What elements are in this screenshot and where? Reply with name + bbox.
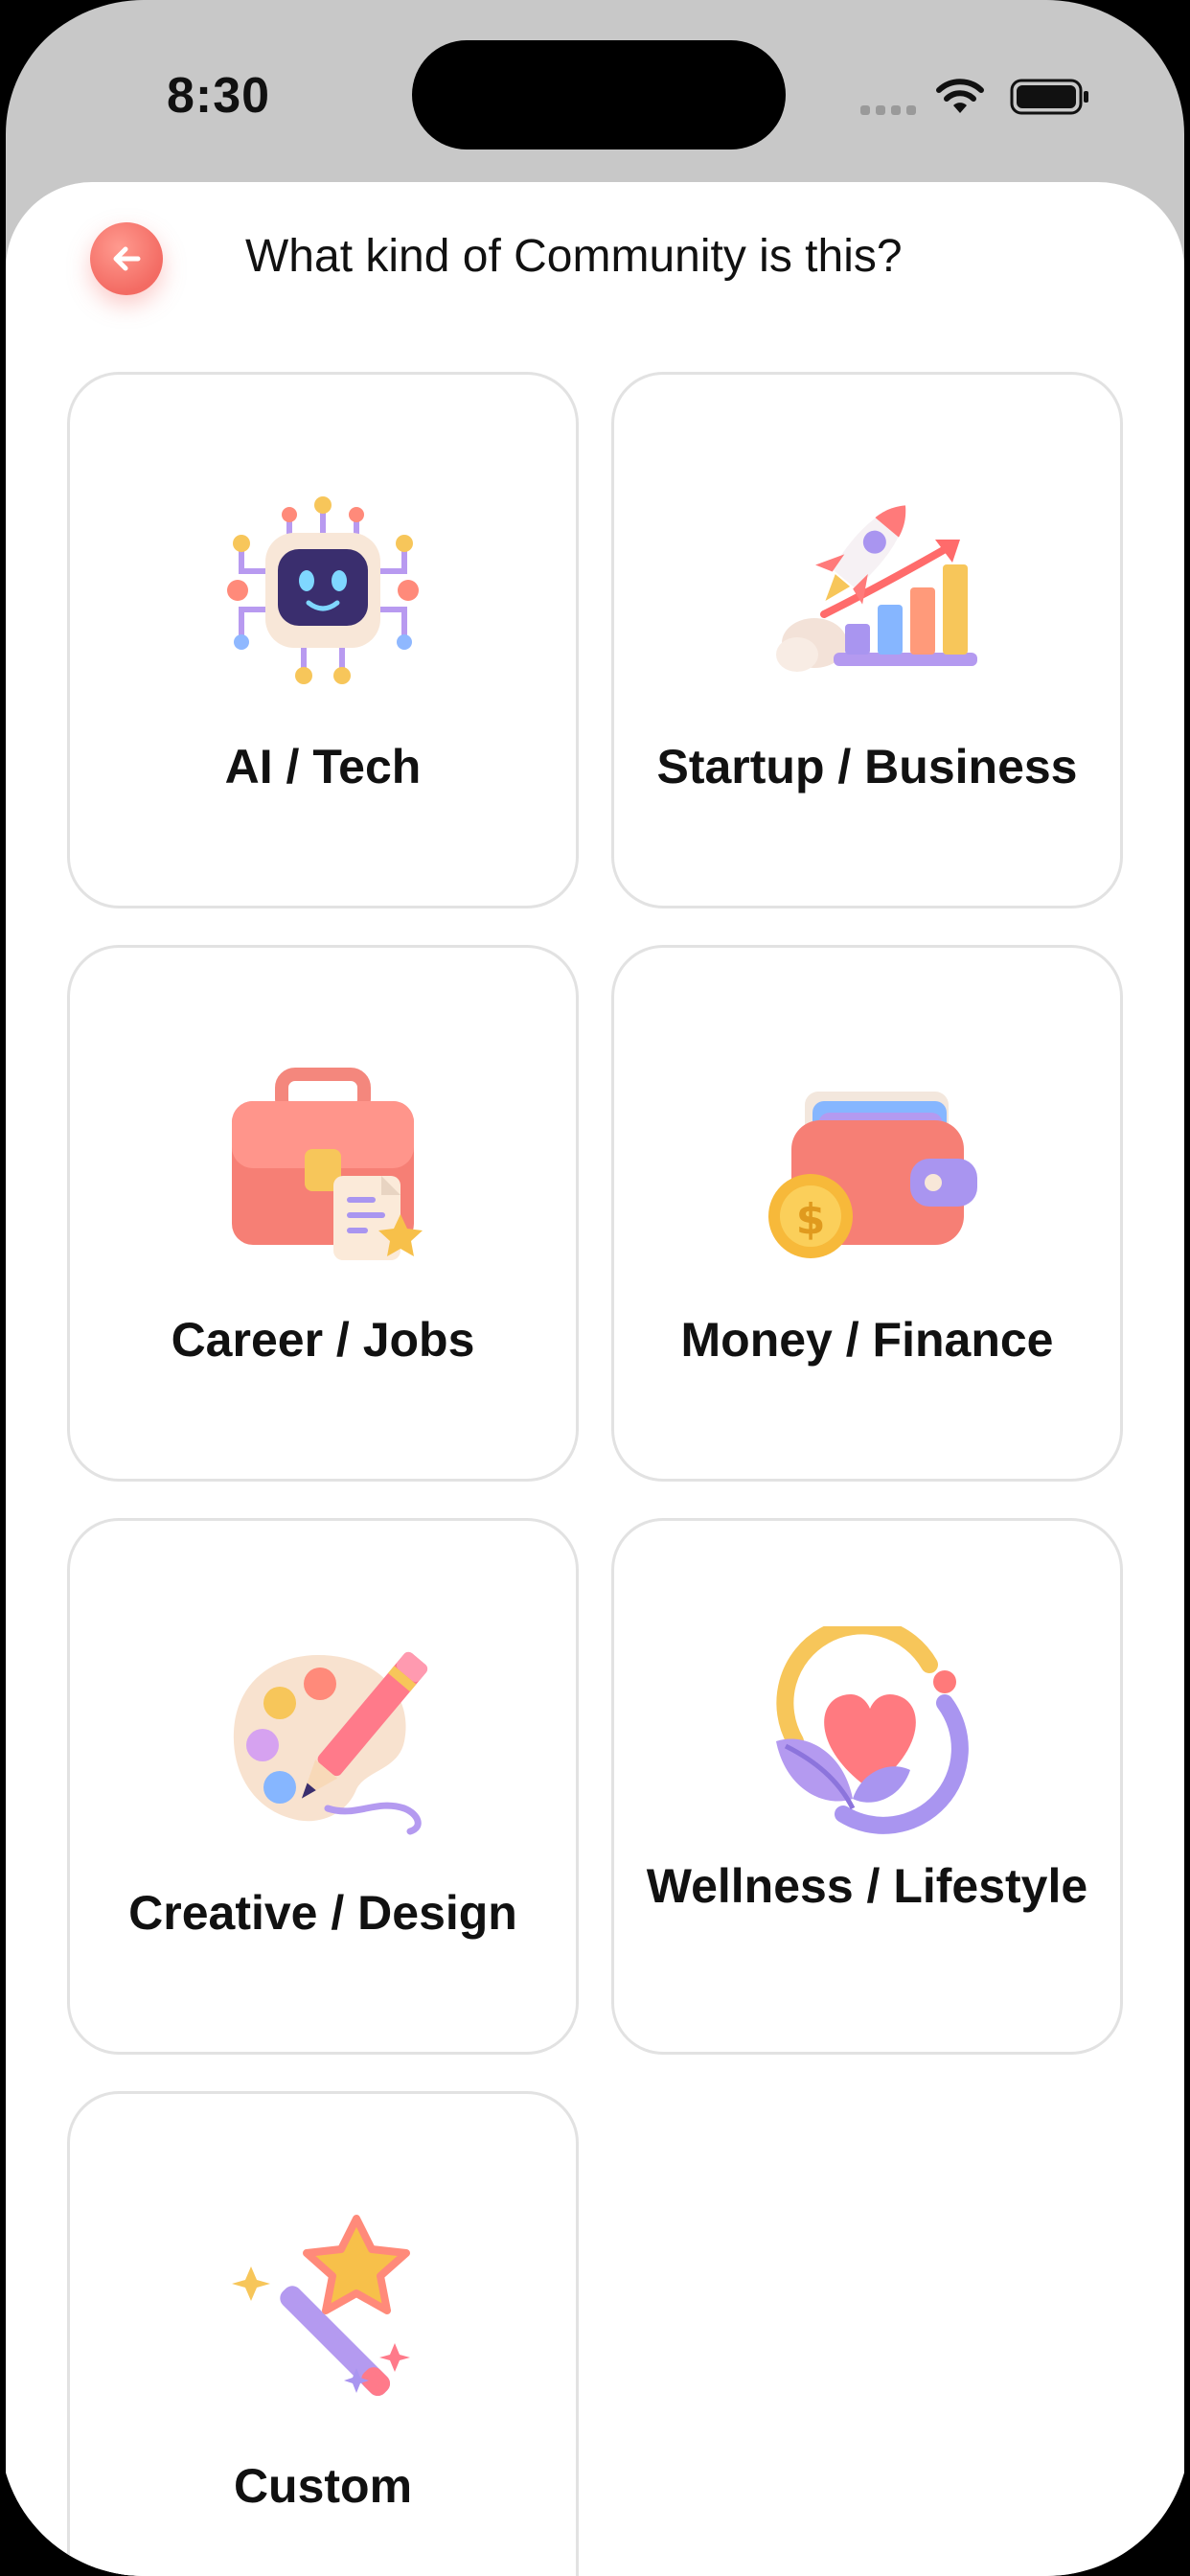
wallet-coin-icon: $ (768, 1092, 977, 1258)
category-label: Money / Finance (680, 1313, 1054, 1367)
device-frame: 8:30 What kind of Community is this? AI … (0, 0, 1190, 2576)
category-card-money-finance[interactable]: $ Money / Finance (611, 945, 1123, 1482)
magic-wand-star-icon (232, 2215, 410, 2397)
briefcase-document-icon (232, 1068, 423, 1260)
category-card-custom[interactable]: Custom (67, 2091, 579, 2576)
category-card-creative-design[interactable]: Creative / Design (67, 1518, 579, 2055)
page-title: What kind of Community is this? (245, 231, 903, 282)
category-label: Wellness / Lifestyle (646, 1859, 1088, 1913)
category-label: AI / Tech (224, 740, 422, 794)
status-bar: 8:30 (6, 0, 1184, 182)
category-label: Career / Jobs (171, 1313, 475, 1367)
svg-text:$: $ (796, 1195, 826, 1244)
arrow-left-icon (113, 246, 141, 271)
category-sheet: What kind of Community is this? AI / Tec… (6, 182, 1184, 2576)
category-card-ai-tech[interactable]: AI / Tech (67, 372, 579, 908)
palette-pencil-icon (233, 1651, 428, 1835)
category-card-career-jobs[interactable]: Career / Jobs (67, 945, 579, 1482)
rocket-growth-chart-icon (776, 505, 977, 672)
category-card-wellness-lifestyle[interactable]: Wellness / Lifestyle (611, 1518, 1123, 2055)
back-button[interactable] (90, 222, 163, 295)
battery-icon (1010, 79, 1088, 115)
screen: 8:30 What kind of Community is this? AI … (6, 0, 1184, 2576)
category-label: Custom (233, 2459, 413, 2513)
status-time: 8:30 (167, 68, 271, 124)
robot-chip-icon (227, 496, 419, 684)
category-label: Creative / Design (128, 1886, 517, 1940)
category-card-startup-business[interactable]: Startup / Business (611, 372, 1123, 908)
category-label: Startup / Business (656, 740, 1078, 794)
heart-leaf-icon (776, 1626, 969, 1834)
wifi-icon (936, 79, 984, 113)
dynamic-island (412, 40, 786, 150)
cellular-signal-icon (860, 105, 918, 119)
